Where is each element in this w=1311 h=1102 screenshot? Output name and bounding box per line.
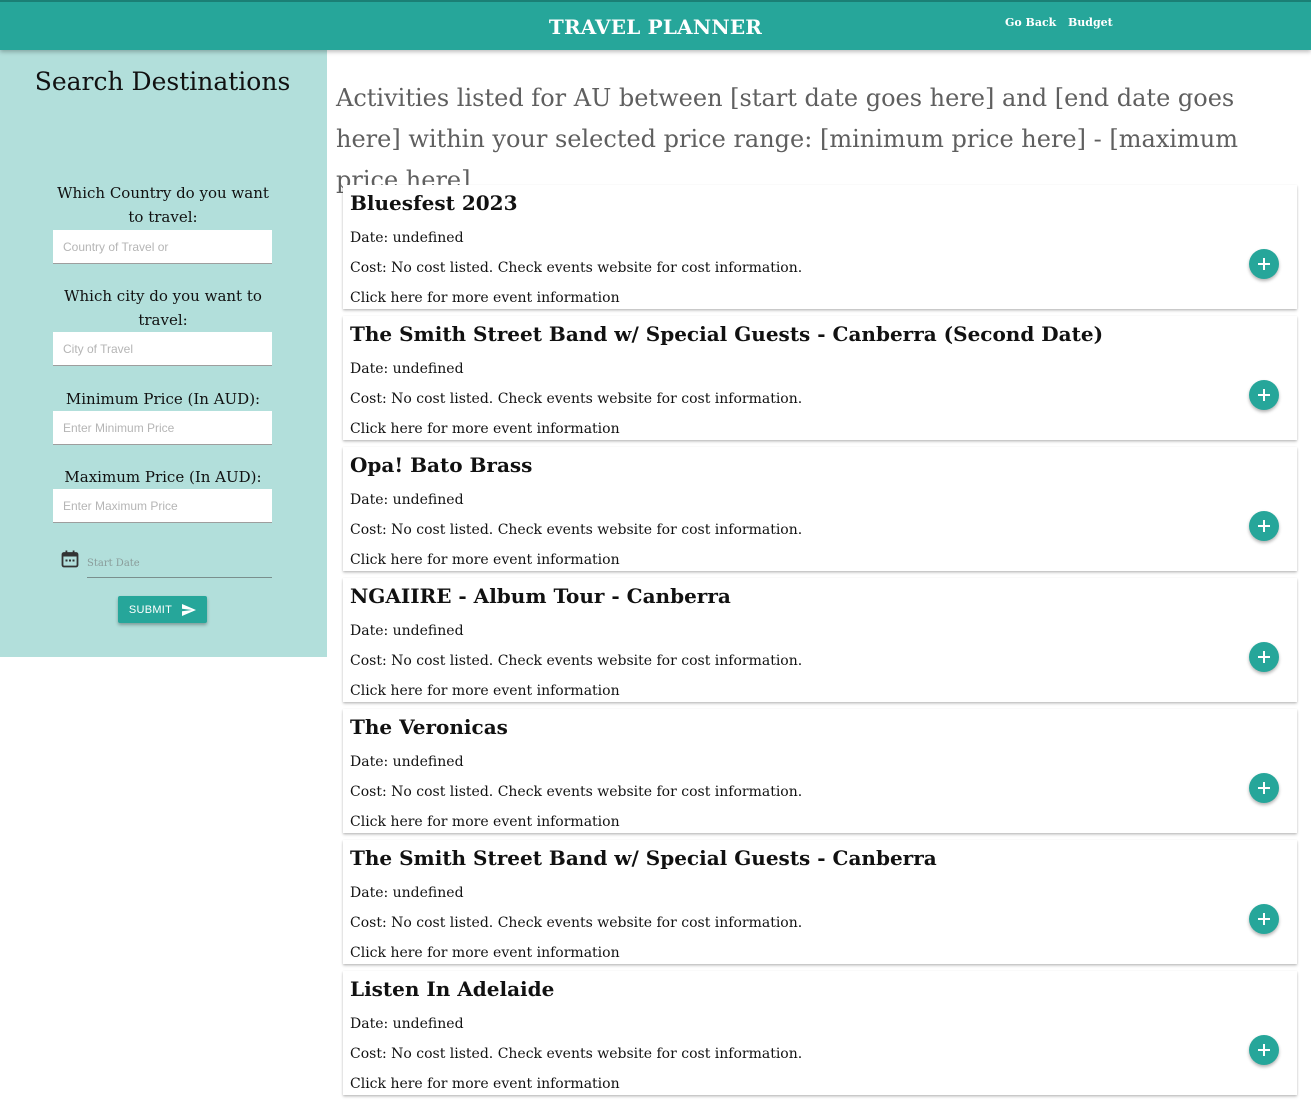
event-cost: Cost: No cost listed. Check events websi… <box>350 915 803 931</box>
event-title: Listen In Adelaide <box>350 977 555 1001</box>
app-title[interactable]: TRAVEL PLANNER <box>0 15 1311 39</box>
event-cost: Cost: No cost listed. Check events websi… <box>350 653 803 669</box>
add-icon <box>1258 1044 1270 1056</box>
event-card: The Smith Street Band w/ Special Guests … <box>343 840 1297 964</box>
event-info-link[interactable]: Click here for more event information <box>350 944 620 962</box>
submit-label: SUBMIT <box>128 603 173 616</box>
add-event-button[interactable] <box>1249 773 1279 803</box>
event-card: The Veronicas Date: undefined Cost: No cos… <box>343 709 1297 833</box>
event-info-link[interactable]: Click here for more event information <box>350 1075 620 1093</box>
event-card: Bluesfest 2023 Date: undefined Cost: No co… <box>343 185 1297 309</box>
event-info-link[interactable]: Click here for more event information <box>350 682 620 700</box>
add-icon <box>1258 389 1270 401</box>
event-card: Listen In Adelaide Date: undefined Cost: N… <box>343 971 1297 1095</box>
top-navbar: TRAVEL PLANNER Go Back Budget <box>0 0 1311 50</box>
go-back-link[interactable]: Go Back <box>1005 16 1056 29</box>
add-event-button[interactable] <box>1249 1035 1279 1065</box>
event-list: Bluesfest 2023 Date: undefined Cost: No co… <box>343 185 1297 1102</box>
city-input[interactable] <box>53 332 272 366</box>
city-label: Which city do you want to travel: <box>64 287 262 329</box>
event-cost: Cost: No cost listed. Check events websi… <box>350 391 803 407</box>
event-cost: Cost: No cost listed. Check events websi… <box>350 784 803 800</box>
add-event-button[interactable] <box>1249 380 1279 410</box>
event-title: The Smith Street Band w/ Special Guests … <box>350 846 937 870</box>
event-card: Opa! Bato Brass Date: undefined Cost: No c… <box>343 447 1297 571</box>
event-card: NGAIIRE - Album Tour - Canberra Date: und… <box>343 578 1297 702</box>
min-price-input[interactable] <box>53 411 272 445</box>
event-title: The Smith Street Band w/ Special Guests … <box>350 322 1104 346</box>
budget-link[interactable]: Budget <box>1068 16 1113 29</box>
event-title: Opa! Bato Brass <box>350 453 533 477</box>
event-cost: Cost: No cost listed. Check events websi… <box>350 260 803 276</box>
results-heading: Activities listed for AU between [start … <box>336 84 1238 194</box>
add-icon <box>1258 913 1270 925</box>
event-date: Date: undefined <box>350 885 464 901</box>
event-info-link[interactable]: Click here for more event information <box>350 551 620 569</box>
event-title: Bluesfest 2023 <box>350 191 518 215</box>
event-title: The Veronicas <box>350 715 508 739</box>
calendar-icon[interactable] <box>61 550 79 568</box>
event-cost: Cost: No cost listed. Check events websi… <box>350 1046 803 1062</box>
add-event-button[interactable] <box>1249 511 1279 541</box>
event-title: NGAIIRE - Album Tour - Canberra <box>350 584 731 608</box>
max-price-input[interactable] <box>53 489 272 523</box>
event-date: Date: undefined <box>350 623 464 639</box>
event-info-link[interactable]: Click here for more event information <box>350 289 620 307</box>
add-icon <box>1258 782 1270 794</box>
submit-button[interactable]: SUBMIT <box>118 596 207 623</box>
event-cost: Cost: No cost listed. Check events websi… <box>350 522 803 538</box>
send-icon <box>182 603 197 616</box>
start-date-input[interactable] <box>87 550 272 578</box>
event-date: Date: undefined <box>350 492 464 508</box>
event-date: Date: undefined <box>350 361 464 377</box>
country-input[interactable] <box>53 230 272 264</box>
event-info-link[interactable]: Click here for more event information <box>350 813 620 831</box>
add-event-button[interactable] <box>1249 249 1279 279</box>
event-card: The Smith Street Band w/ Special Guests … <box>343 316 1297 440</box>
add-event-button[interactable] <box>1249 904 1279 934</box>
event-date: Date: undefined <box>350 230 464 246</box>
min-price-label: Minimum Price (In AUD): <box>65 390 261 408</box>
add-event-button[interactable] <box>1249 642 1279 672</box>
event-date: Date: undefined <box>350 1016 464 1032</box>
add-icon <box>1258 258 1270 270</box>
country-label: Which Country do you want to travel: <box>57 184 269 226</box>
max-price-label: Maximum Price (In AUD): <box>64 468 262 486</box>
add-icon <box>1258 651 1270 663</box>
sidebar-title: Search Destinations <box>34 67 291 96</box>
event-info-link[interactable]: Click here for more event information <box>350 420 620 438</box>
add-icon <box>1258 520 1270 532</box>
event-date: Date: undefined <box>350 754 464 770</box>
